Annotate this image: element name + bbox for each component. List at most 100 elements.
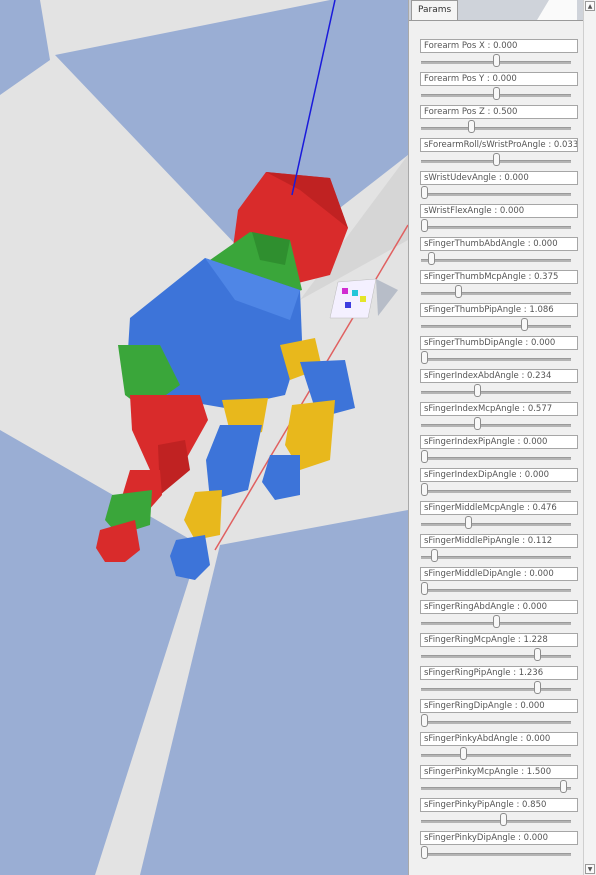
param-value-field[interactable]: sFingerMiddleDipAngle : 0.000 (420, 567, 578, 581)
param-row: sFingerPinkyAbdAngle : 0.000 (420, 730, 578, 763)
param-value-field[interactable]: sForearmRoll/sWristProAngle : 0.033 (420, 138, 578, 152)
param-slider-thumb[interactable] (533, 681, 541, 694)
param-slider-thumb[interactable] (421, 351, 428, 364)
param-row: sFingerMiddlePipAngle : 0.112 (420, 532, 578, 565)
param-value-field[interactable]: sFingerPinkyDipAngle : 0.000 (420, 831, 578, 845)
param-row: sFingerRingAbdAngle : 0.000 (420, 598, 578, 631)
param-row: Forearm Pos X : 0.000 (420, 37, 578, 70)
param-value-field[interactable]: Forearm Pos Z : 0.500 (420, 105, 578, 119)
param-slider-thumb[interactable] (421, 846, 428, 859)
param-slider-thumb[interactable] (492, 54, 500, 67)
param-slider-track[interactable] (421, 688, 571, 691)
param-row: sFingerIndexAbdAngle : 0.234 (420, 367, 578, 400)
param-row: sFingerIndexMcpAngle : 0.577 (420, 400, 578, 433)
param-slider-thumb[interactable] (468, 120, 476, 133)
param-row: sFingerPinkyDipAngle : 0.000 (420, 829, 578, 862)
param-slider-track[interactable] (421, 259, 571, 262)
param-value-field[interactable]: sFingerRingAbdAngle : 0.000 (420, 600, 578, 614)
param-row: sFingerPinkyMcpAngle : 1.500 (420, 763, 578, 796)
param-value-field[interactable]: sFingerIndexAbdAngle : 0.234 (420, 369, 578, 383)
param-slider-thumb[interactable] (421, 450, 428, 463)
param-slider-thumb[interactable] (465, 516, 473, 529)
param-value-field[interactable]: sFingerMiddlePipAngle : 0.112 (420, 534, 578, 548)
param-slider-thumb[interactable] (521, 318, 529, 331)
param-value-field[interactable]: Forearm Pos Y : 0.000 (420, 72, 578, 86)
param-slider-track[interactable] (421, 523, 571, 526)
param-value-field[interactable]: sFingerIndexDipAngle : 0.000 (420, 468, 578, 482)
param-slider-thumb[interactable] (473, 417, 481, 430)
param-slider-track[interactable] (421, 424, 571, 427)
param-slider-thumb[interactable] (421, 483, 428, 496)
param-value-field[interactable]: sWristFlexAngle : 0.000 (420, 204, 578, 218)
param-slider-thumb[interactable] (421, 219, 428, 232)
param-slider-track[interactable] (421, 754, 571, 757)
param-value-field[interactable]: sWristUdevAngle : 0.000 (420, 171, 578, 185)
param-row: sFingerMiddleDipAngle : 0.000 (420, 565, 578, 598)
param-value-field[interactable]: sFingerIndexMcpAngle : 0.577 (420, 402, 578, 416)
param-slider-thumb[interactable] (533, 648, 541, 661)
param-slider-thumb[interactable] (421, 582, 428, 595)
param-row: sForearmRoll/sWristProAngle : 0.033 (420, 136, 578, 169)
param-slider-track[interactable] (421, 292, 571, 295)
param-slider-thumb[interactable] (431, 549, 438, 562)
param-value-field[interactable]: sFingerThumbAbdAngle : 0.000 (420, 237, 578, 251)
param-slider-track[interactable] (421, 391, 571, 394)
param-row: sFingerRingPipAngle : 1.236 (420, 664, 578, 697)
scroll-up-arrow-icon[interactable]: ▲ (585, 1, 595, 11)
param-slider-thumb[interactable] (559, 780, 567, 793)
param-value-field[interactable]: Forearm Pos X : 0.000 (420, 39, 578, 53)
param-value-field[interactable]: sFingerPinkyMcpAngle : 1.500 (420, 765, 578, 779)
param-row: sWristFlexAngle : 0.000 (420, 202, 578, 235)
param-value-field[interactable]: sFingerIndexPipAngle : 0.000 (420, 435, 578, 449)
param-value-field[interactable]: sFingerRingPipAngle : 1.236 (420, 666, 578, 680)
marker-pixel (352, 290, 358, 296)
param-slider-track[interactable] (421, 358, 571, 361)
param-slider-track[interactable] (421, 820, 571, 823)
param-row: sFingerMiddleMcpAngle : 0.476 (420, 499, 578, 532)
param-slider-thumb[interactable] (492, 87, 500, 100)
param-slider-thumb[interactable] (455, 285, 463, 298)
param-slider-track[interactable] (421, 556, 571, 559)
param-slider-thumb[interactable] (421, 714, 428, 727)
param-row: sFingerThumbPipAngle : 1.086 (420, 301, 578, 334)
param-slider-thumb[interactable] (473, 384, 481, 397)
param-slider-track[interactable] (421, 193, 571, 196)
param-row: sFingerThumbAbdAngle : 0.000 (420, 235, 578, 268)
marker-pixel (342, 288, 348, 294)
param-value-field[interactable]: sFingerRingMcpAngle : 1.228 (420, 633, 578, 647)
param-slider-thumb[interactable] (421, 186, 428, 199)
param-value-field[interactable]: sFingerPinkyPipAngle : 0.850 (420, 798, 578, 812)
param-slider-track[interactable] (421, 490, 571, 493)
param-value-field[interactable]: sFingerThumbDipAngle : 0.000 (420, 336, 578, 350)
tab-bar-decoration (537, 0, 577, 20)
param-slider-track[interactable] (421, 721, 571, 724)
param-slider-track[interactable] (421, 127, 571, 130)
param-row: sWristUdevAngle : 0.000 (420, 169, 578, 202)
tab-params[interactable]: Params (411, 0, 459, 20)
param-slider-track[interactable] (421, 457, 571, 460)
scroll-down-arrow-icon[interactable]: ▼ (585, 864, 595, 874)
3d-viewport[interactable] (0, 0, 408, 875)
param-slider-track[interactable] (421, 589, 571, 592)
param-slider-track[interactable] (421, 655, 571, 658)
param-value-field[interactable]: sFingerRingDipAngle : 0.000 (420, 699, 578, 713)
param-value-field[interactable]: sFingerMiddleMcpAngle : 0.476 (420, 501, 578, 515)
param-slider-track[interactable] (421, 853, 571, 856)
param-row: sFingerIndexPipAngle : 0.000 (420, 433, 578, 466)
param-slider-thumb[interactable] (459, 747, 467, 760)
param-row: sFingerThumbMcpAngle : 0.375 (420, 268, 578, 301)
param-slider-track[interactable] (421, 226, 571, 229)
param-slider-thumb[interactable] (492, 153, 500, 166)
param-slider-track[interactable] (421, 787, 571, 790)
param-slider-track[interactable] (421, 325, 571, 328)
param-slider-thumb[interactable] (492, 615, 500, 628)
param-value-field[interactable]: sFingerThumbPipAngle : 1.086 (420, 303, 578, 317)
param-slider-thumb[interactable] (499, 813, 507, 826)
param-row: sFingerIndexDipAngle : 0.000 (420, 466, 578, 499)
param-slider-thumb[interactable] (428, 252, 436, 265)
params-list: Forearm Pos X : 0.000 Forearm Pos Y : 0.0… (420, 37, 578, 862)
scene-canvas[interactable] (0, 0, 408, 875)
param-value-field[interactable]: sFingerPinkyAbdAngle : 0.000 (420, 732, 578, 746)
param-value-field[interactable]: sFingerThumbMcpAngle : 0.375 (420, 270, 578, 284)
panel-scrollbar[interactable]: ▲ ▼ (583, 0, 596, 875)
